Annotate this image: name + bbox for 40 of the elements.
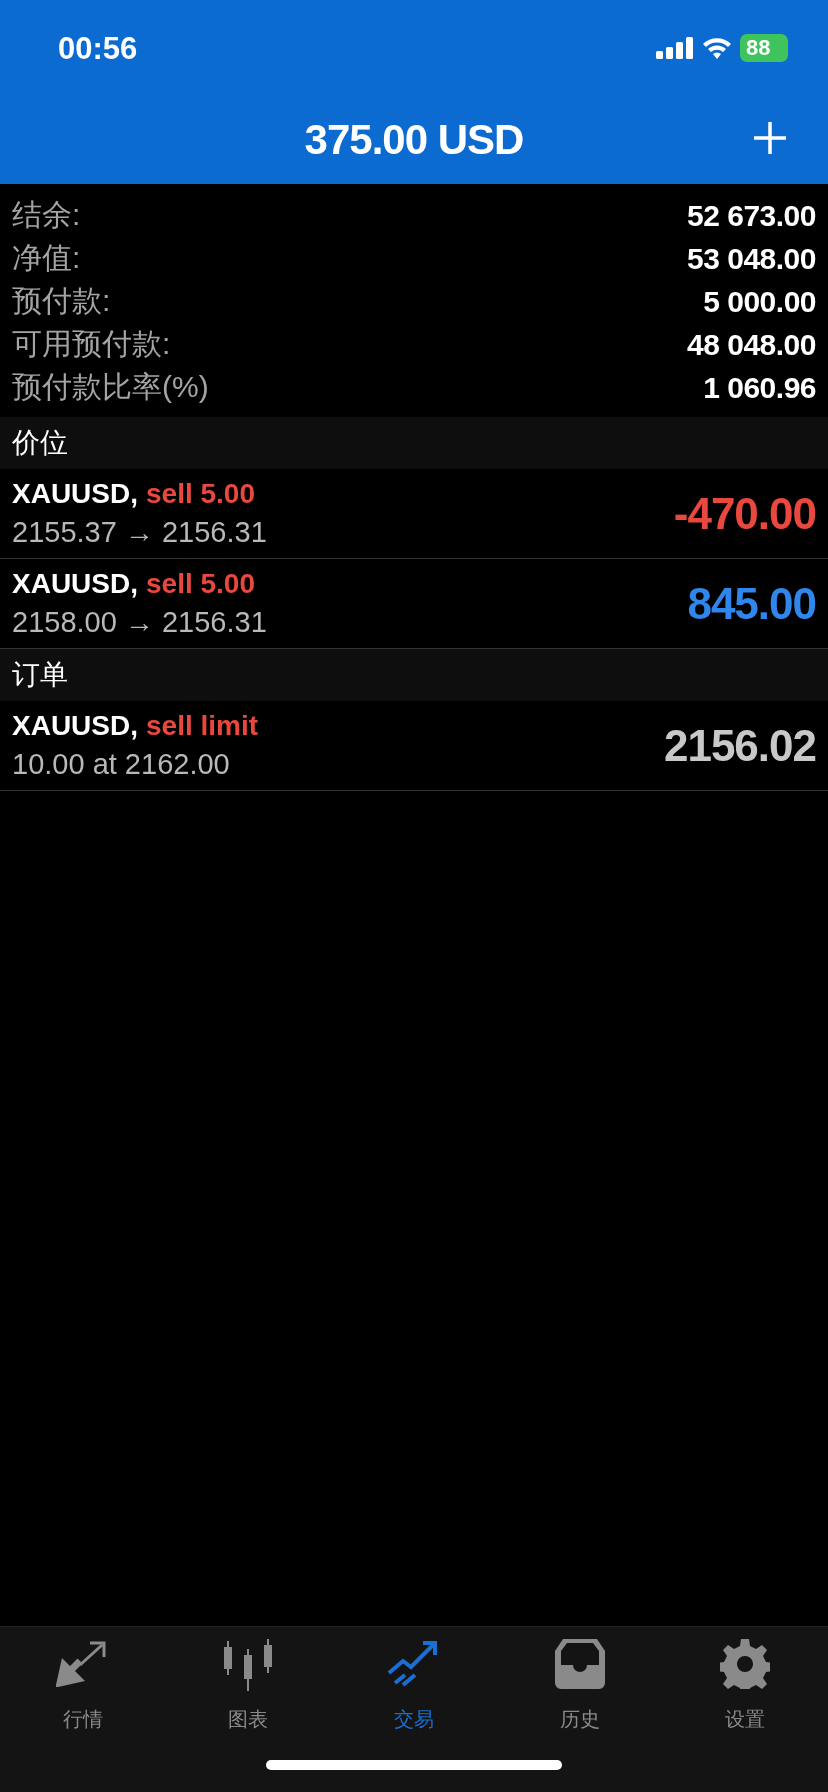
summary-label: 预付款: — [12, 283, 111, 319]
trade-action: sell 5.00 — [146, 478, 255, 510]
add-button[interactable] — [752, 120, 788, 156]
tab-item[interactable]: 交易 — [331, 1639, 497, 1733]
settings-icon — [720, 1639, 771, 1689]
summary-value: 53 048.00 — [687, 241, 816, 276]
trade-amount: 845.00 — [687, 578, 816, 629]
summary-value: 5 000.00 — [703, 284, 816, 319]
summary-label: 净值: — [12, 240, 81, 276]
trade-symbol: XAUUSD, — [12, 710, 138, 742]
trade-symbol: XAUUSD, — [12, 478, 138, 510]
plus-icon — [752, 120, 788, 156]
summary-value: 1 060.96 — [703, 370, 816, 405]
summary-label: 预付款比率(%) — [12, 369, 209, 405]
inbox-tray-icon — [554, 1639, 605, 1689]
section-header: 订单 — [0, 649, 828, 701]
trade-amount: -470.00 — [673, 488, 816, 539]
trade-row[interactable]: XAUUSD, sell 5.00 2155.37 → 2156.31 -470.00 — [0, 469, 828, 559]
tab-item[interactable]: 行情 — [0, 1639, 166, 1733]
wifi-icon — [702, 37, 732, 59]
section-header: 价位 — [0, 417, 828, 469]
summary-value: 52 673.00 — [687, 198, 816, 233]
tab-item[interactable]: 图表 — [165, 1639, 332, 1733]
trade-prices: 2155.37 → 2156.31 — [12, 516, 267, 549]
trade-amount: 2156.02 — [663, 720, 816, 771]
trade-prices: 2158.00 → 2156.31 — [12, 606, 267, 639]
trade-row[interactable]: XAUUSD, sell limit 10.00 at 2162.00 2156.02 — [0, 701, 828, 791]
trade-prices: 10.00 at 2162.00 — [12, 748, 231, 781]
trade-action: sell 5.00 — [146, 568, 255, 600]
balance-title: 375.00 USD — [304, 116, 524, 164]
trade-symbol: XAUUSD, — [12, 568, 138, 600]
summary-label: 可用预付款: — [12, 326, 171, 362]
tab-item[interactable]: 设置 — [662, 1639, 828, 1733]
summary-value: 48 048.00 — [687, 327, 816, 362]
trade-action: sell limit — [146, 710, 259, 742]
battery-indicator: 88 — [740, 34, 788, 62]
signal-icon — [656, 37, 694, 59]
status-time: 00:56 — [58, 30, 138, 67]
tab-item[interactable]: 历史 — [496, 1639, 663, 1733]
summary-label: 结余: — [12, 197, 81, 233]
